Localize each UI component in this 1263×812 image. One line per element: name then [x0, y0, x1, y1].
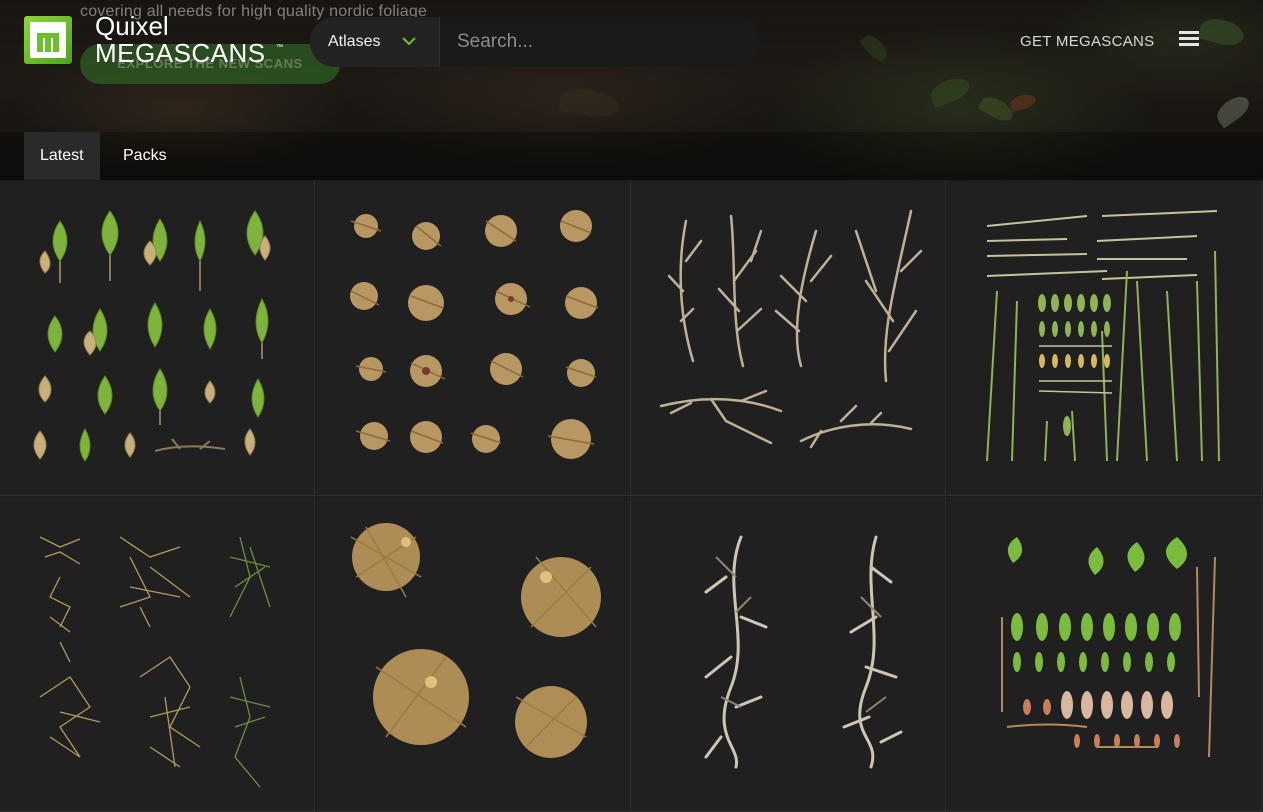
asset-thumbnail-grass-stems [986, 210, 1220, 462]
asset-card[interactable] [316, 181, 631, 496]
asset-card[interactable] [0, 497, 315, 812]
tab-bar [0, 132, 1263, 180]
category-dropdown[interactable]: Atlases [310, 17, 440, 67]
brand-name-megascans: MEGASCANS [95, 38, 266, 68]
trademark-mark: ™ [276, 44, 283, 51]
asset-card[interactable] [947, 497, 1262, 812]
asset-card[interactable] [947, 181, 1262, 496]
hamburger-menu-icon[interactable] [1179, 31, 1199, 47]
asset-thumbnail-leaf-atlas [1001, 537, 1216, 758]
chevron-down-icon [402, 33, 417, 51]
get-megascans-link[interactable]: GET MEGASCANS [1020, 33, 1154, 50]
asset-thumbnail-sprouts [33, 210, 271, 462]
search-bar: Atlases [310, 17, 760, 67]
asset-grid [0, 181, 1263, 812]
asset-card[interactable] [631, 497, 946, 812]
asset-thumbnail-twigs [704, 535, 903, 769]
tab-latest[interactable]: Latest [24, 132, 100, 180]
brand-name-quixel: Quixel [95, 11, 169, 41]
asset-card[interactable] [631, 181, 946, 496]
asset-thumbnail-branches [659, 209, 923, 449]
tab-packs[interactable]: Packs [107, 132, 183, 180]
megascans-logo-icon[interactable] [24, 16, 72, 64]
asset-card[interactable] [316, 497, 631, 812]
asset-thumbnail-dried-foliage [350, 210, 599, 459]
category-dropdown-label: Atlases [328, 33, 381, 50]
asset-thumbnail-leaf-litter [350, 523, 601, 758]
search-input[interactable] [440, 17, 760, 67]
asset-thumbnail-dry-grass [39, 536, 271, 788]
asset-card[interactable] [0, 181, 315, 496]
